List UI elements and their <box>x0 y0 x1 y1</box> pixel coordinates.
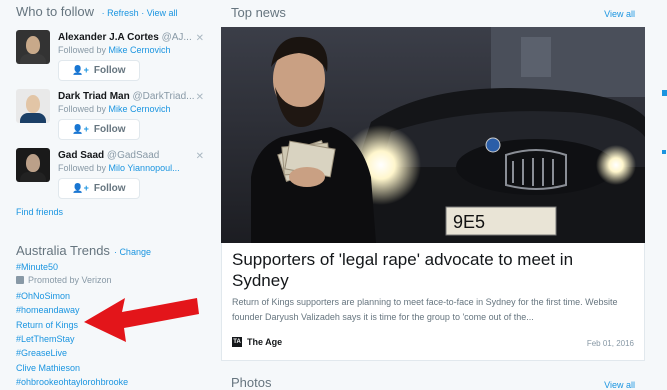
red-arrow-annotation <box>84 298 199 342</box>
